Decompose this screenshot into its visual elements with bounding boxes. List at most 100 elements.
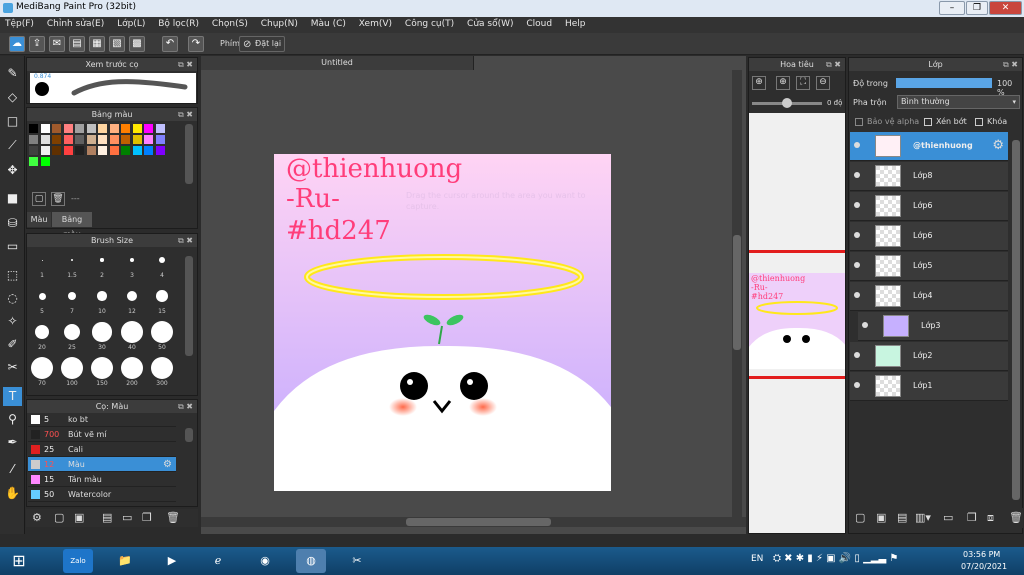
brush-size-option[interactable]: 1	[29, 249, 55, 279]
tray-icons[interactable]: ⛭ ✖ ✱ ▮ ⚡ ▣ 🔊 ▯ ▁▂▃ ⚑	[773, 553, 898, 564]
new-palette-icon[interactable]: ▢	[32, 192, 46, 206]
palette-swatch[interactable]	[75, 135, 84, 144]
brush-list-item[interactable]: 12 Màu ⚙	[28, 457, 176, 472]
eye-icon[interactable]	[854, 352, 860, 358]
palette-swatch[interactable]	[75, 124, 84, 133]
duplicate-icon[interactable]: ❐	[142, 511, 152, 524]
eraser-tool-icon[interactable]: ◇	[3, 88, 22, 107]
tab-color[interactable]: Màu	[27, 212, 51, 227]
canvas-vscroll-thumb[interactable]	[733, 235, 741, 350]
redo-icon[interactable]: ↷	[188, 36, 204, 52]
eyedropper-icon[interactable]: ⁄	[3, 460, 22, 479]
delete-layer-icon[interactable]: 🗑	[1009, 511, 1023, 524]
panel-controls-icon[interactable]: ⧉ ✖	[178, 400, 193, 413]
canvas-tab[interactable]: Untitled	[201, 56, 474, 70]
start-button[interactable]: ⊞	[4, 549, 34, 573]
brush-size-option[interactable]: 300	[149, 357, 175, 387]
layer-row[interactable]: @thienhuong ⚙	[850, 132, 1008, 161]
palette-swatch[interactable]	[155, 146, 165, 155]
palette-swatch[interactable]	[86, 146, 96, 155]
add-brush-icon[interactable]: ▣	[74, 511, 84, 524]
eye-icon[interactable]	[862, 322, 868, 328]
clock-date[interactable]: 07/20/2021	[961, 562, 1007, 571]
menu-select[interactable]: Chọn(S)	[207, 17, 253, 29]
menu-view[interactable]: Xem(V)	[354, 17, 397, 29]
layer-row[interactable]: Lớp4	[850, 282, 1008, 311]
palette-swatch[interactable]	[86, 124, 96, 133]
brush-size-option[interactable]: 30	[89, 321, 115, 351]
palette-swatch[interactable]	[144, 135, 153, 144]
opacity-slider[interactable]	[896, 78, 992, 88]
medibang-taskbar-icon[interactable]: ◍	[296, 549, 326, 573]
new-layer-8bit-icon[interactable]: ▣	[876, 511, 886, 524]
brush-size-option[interactable]: 70	[29, 357, 55, 387]
palette-swatch[interactable]	[144, 146, 153, 155]
brush-list-item[interactable]: 700 Bút vẽ mí	[28, 427, 176, 442]
palette-swatch[interactable]	[144, 124, 153, 133]
menu-file[interactable]: Tệp(F)	[0, 17, 39, 29]
brush-size-option[interactable]: 25	[59, 321, 85, 351]
navigator-thumbnail[interactable]: @thienhuong -Ru- #hd247	[749, 273, 845, 369]
line-tool-icon[interactable]: ⟋	[3, 136, 22, 155]
canvas-vscrollbar[interactable]	[732, 70, 742, 517]
chat-icon[interactable]: ✉	[49, 36, 65, 52]
layer-folder-icon[interactable]: ▭	[943, 511, 953, 524]
fit-icon[interactable]: ⛶	[796, 76, 810, 90]
operation-tool-icon[interactable]: ⚲	[3, 410, 22, 429]
brush-size-option[interactable]: 50	[149, 321, 175, 351]
menu-help[interactable]: Help	[560, 17, 591, 29]
eye-icon[interactable]	[854, 292, 860, 298]
trash-icon[interactable]: 🗑	[166, 511, 180, 524]
brush-size-option[interactable]: 12	[119, 285, 145, 315]
brush-size-option[interactable]: 3	[119, 249, 145, 279]
palette-swatch[interactable]	[29, 157, 38, 166]
panel-controls-icon[interactable]: ⧉ ✖	[178, 108, 193, 121]
protect-alpha-checkbox[interactable]	[855, 118, 863, 126]
palette-swatch[interactable]	[52, 124, 61, 133]
menu-window[interactable]: Cửa sổ(W)	[462, 17, 518, 29]
palette-swatch[interactable]	[121, 146, 130, 155]
hand-tool-icon[interactable]: ✋	[3, 484, 22, 503]
palette-swatch[interactable]	[132, 146, 142, 155]
cloud-icon[interactable]: ☁	[9, 36, 25, 52]
ie-taskbar-icon[interactable]: ℯ	[203, 549, 233, 573]
menu-tools[interactable]: Công cụ(T)	[400, 17, 459, 29]
eye-icon[interactable]	[854, 232, 860, 238]
menu-cloud[interactable]: Cloud	[521, 17, 557, 29]
upload-icon[interactable]: ⇪	[29, 36, 45, 52]
select-pen-icon[interactable]: ✐	[3, 335, 22, 354]
lasso-icon[interactable]: ◌	[3, 289, 22, 308]
menu-capture[interactable]: Chụp(N)	[256, 17, 303, 29]
menu-layer[interactable]: Lớp(L)	[112, 17, 150, 29]
comment-icon[interactable]: ▤	[69, 36, 85, 52]
material-icon[interactable]: ▧	[109, 36, 125, 52]
add-layer-menu-icon[interactable]: ▥▾	[915, 511, 931, 524]
palette-swatches[interactable]	[29, 124, 179, 172]
zoom-in-icon[interactable]: ⊕	[752, 76, 766, 90]
brush-tool-icon[interactable]: ✎	[3, 64, 22, 83]
brush-size-scrollbar[interactable]	[185, 256, 193, 356]
panel-controls-icon[interactable]: ⧉ ✖	[178, 234, 193, 247]
canvas-hscrollbar[interactable]	[201, 517, 746, 527]
grid-icon[interactable]: ▩	[129, 36, 145, 52]
palette-swatch[interactable]	[132, 135, 142, 144]
zoom-out-icon[interactable]: ⊖	[816, 76, 830, 90]
folder-icon[interactable]: ▭	[122, 511, 132, 524]
brush-size-option[interactable]: 100	[59, 357, 85, 387]
brush-list-item[interactable]: 15 Tán màu	[28, 472, 176, 487]
layer-row[interactable]: Lớp6	[850, 222, 1008, 251]
layer-row[interactable]: Lớp2	[850, 342, 1008, 371]
rotation-slider[interactable]	[752, 98, 822, 108]
undo-icon[interactable]: ↶	[162, 36, 178, 52]
layer-row[interactable]: Lớp6	[850, 192, 1008, 221]
palette-scrollbar[interactable]	[185, 124, 193, 184]
palette-swatch[interactable]	[63, 124, 73, 133]
brush-size-option[interactable]: 20	[29, 321, 55, 351]
menu-filter[interactable]: Bộ lọc(R)	[153, 17, 204, 29]
brush-copy-icon[interactable]: ▤	[102, 511, 112, 524]
bucket-tool-icon[interactable]: ⛁	[3, 214, 22, 233]
maximize-button[interactable]: ❐	[966, 1, 988, 15]
layer-settings-icon[interactable]: ⚙	[992, 138, 1004, 153]
palette-swatch[interactable]	[40, 157, 50, 166]
menu-color[interactable]: Màu (C)	[306, 17, 351, 29]
